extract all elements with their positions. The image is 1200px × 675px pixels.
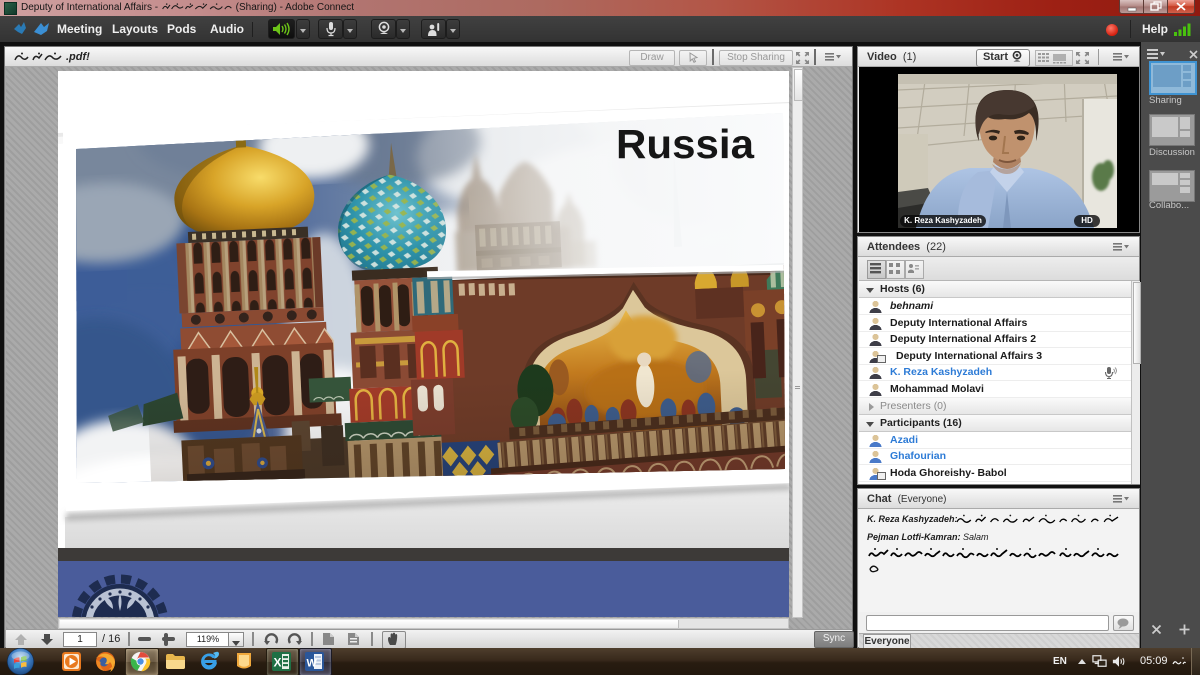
- svg-text:W: W: [307, 658, 318, 670]
- svg-text:Russia: Russia: [616, 121, 755, 167]
- svg-text:X: X: [274, 656, 282, 670]
- svg-text:.pdf!: .pdf!: [66, 51, 90, 63]
